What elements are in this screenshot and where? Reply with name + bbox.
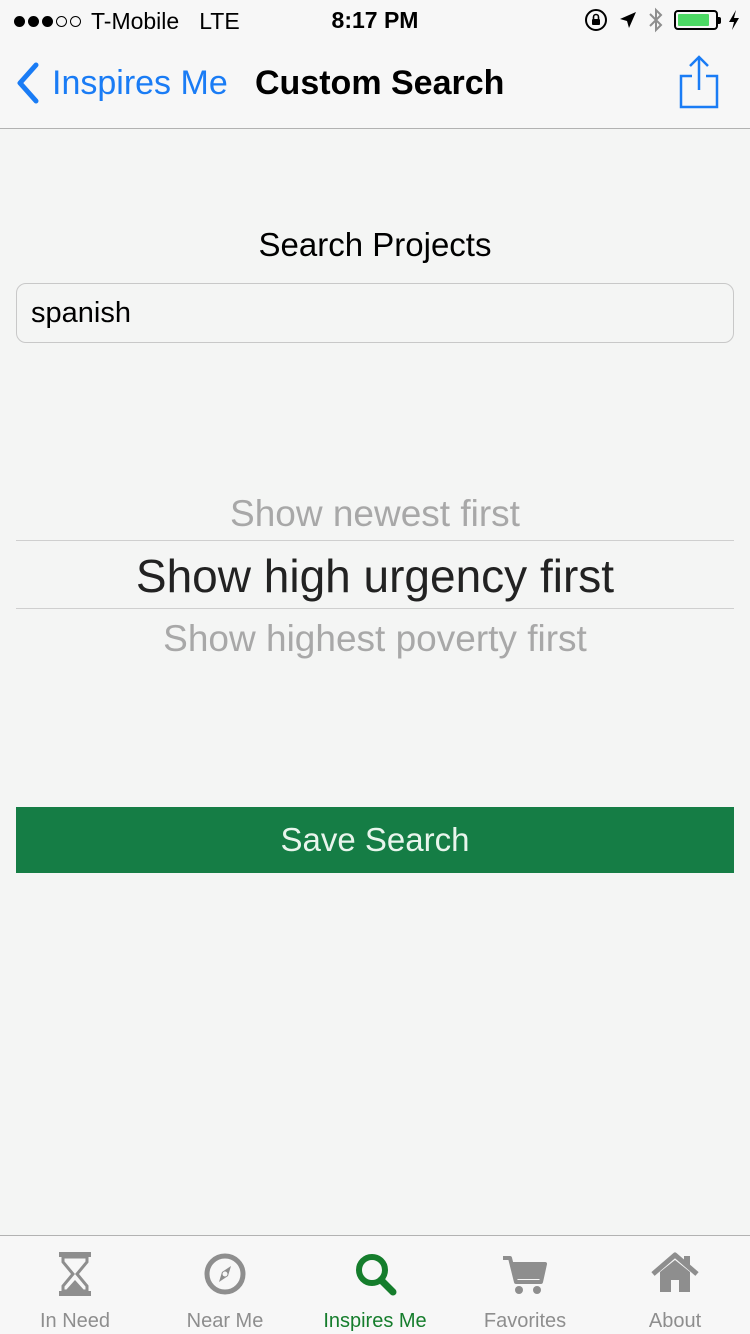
tab-favorites[interactable]: Favorites xyxy=(450,1236,600,1334)
share-button[interactable] xyxy=(678,54,720,115)
chevron-left-icon xyxy=(17,62,39,104)
status-bar: T-Mobile LTE 8:17 PM xyxy=(0,0,750,40)
save-search-button[interactable]: Save Search xyxy=(16,807,734,873)
tab-about[interactable]: About xyxy=(600,1236,750,1334)
cart-icon xyxy=(503,1256,547,1294)
tab-label: Near Me xyxy=(186,1310,264,1332)
tab-in-need[interactable]: In Need xyxy=(0,1236,150,1334)
home-icon xyxy=(651,1252,699,1292)
tab-near-me[interactable]: Near Me xyxy=(150,1236,300,1334)
picker-divider-bottom xyxy=(16,608,734,609)
charging-bolt-icon xyxy=(729,10,739,30)
share-icon xyxy=(679,55,719,109)
search-input[interactable] xyxy=(16,283,734,343)
orientation-lock-icon xyxy=(585,9,607,31)
main-content: Search Projects Show newest first Show h… xyxy=(0,130,750,1235)
status-right xyxy=(584,7,740,33)
picker-option-poverty[interactable]: Show highest poverty first xyxy=(16,618,734,660)
battery-level-fill xyxy=(678,14,709,26)
back-button[interactable]: Inspires Me xyxy=(16,62,228,104)
picker-option-selected[interactable]: Show high urgency first xyxy=(16,549,734,603)
compass-icon xyxy=(204,1253,246,1295)
search-icon xyxy=(356,1254,397,1296)
bluetooth-icon xyxy=(649,7,663,33)
tab-inspires-me[interactable]: Inspires Me xyxy=(300,1236,450,1334)
location-arrow-icon xyxy=(620,12,636,28)
back-button-label: Inspires Me xyxy=(52,63,228,102)
tab-bar: In Need Near Me Inspires Me Favorites Ab… xyxy=(0,1235,750,1334)
picker-option-newest[interactable]: Show newest first xyxy=(16,493,734,535)
navigation-bar: Inspires Me Custom Search xyxy=(0,40,750,129)
page-title: Custom Search xyxy=(255,64,505,102)
hourglass-icon xyxy=(59,1252,91,1296)
sort-picker[interactable]: Show newest first Show high urgency firs… xyxy=(16,485,734,665)
search-heading: Search Projects xyxy=(258,226,492,263)
picker-divider-top xyxy=(16,540,734,541)
tab-label: Favorites xyxy=(483,1310,567,1332)
tab-label: In Need xyxy=(39,1310,111,1332)
tab-label: Inspires Me xyxy=(323,1310,427,1332)
battery-icon xyxy=(674,10,721,30)
tab-label: About xyxy=(648,1310,702,1332)
